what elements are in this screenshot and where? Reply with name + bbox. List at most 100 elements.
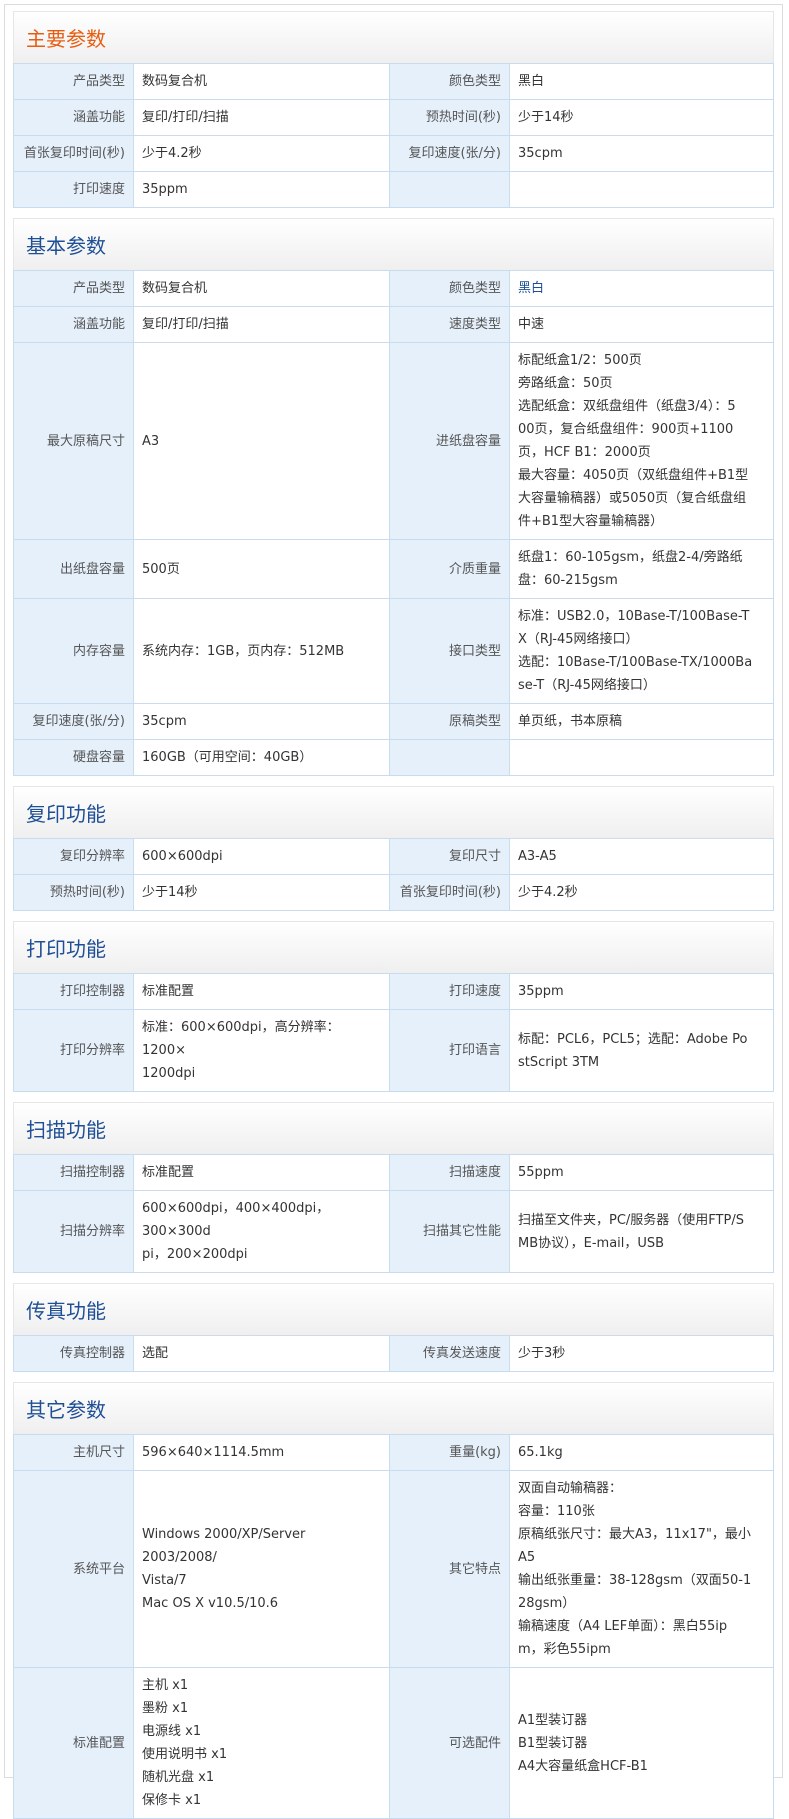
value-line: 600×600dpi xyxy=(142,849,223,864)
value-line: 盘：60-215gsm xyxy=(518,573,618,588)
param-label: 接口类型 xyxy=(389,598,510,704)
param-label: 标准配置 xyxy=(13,1667,134,1819)
value-line: 选配 xyxy=(142,1346,169,1361)
section-title: 复印功能 xyxy=(13,786,774,838)
param-value: 黑白 xyxy=(509,63,774,100)
table-row: 涵盖功能 复印/打印/扫描 速度类型 中速 xyxy=(13,306,774,343)
param-value: 标准：600×600dpi，高分辨率：1200× 1200dpi xyxy=(133,1009,390,1092)
value-line: 少于3秒 xyxy=(518,1346,566,1361)
table-row: 扫描分辨率 600×600dpi，400×400dpi，300×300d pi，20… xyxy=(13,1190,774,1273)
param-value[interactable]: 黑白 xyxy=(509,270,774,307)
param-label: 打印语言 xyxy=(389,1009,510,1092)
section-0: 主要参数 产品类型 数码复合机 颜色类型 黑白 涵盖功能 复印/打印/扫描 预热时间(秒) 少于… xyxy=(13,11,774,208)
spec-sheet: 主要参数 产品类型 数码复合机 颜色类型 黑白 涵盖功能 复印/打印/扫描 预热时间(秒) 少于… xyxy=(4,4,783,1819)
param-label: 颜色类型 xyxy=(389,270,510,307)
param-value: 纸盘1：60-105gsm，纸盘2-4/旁路纸 盘：60-215gsm xyxy=(509,539,774,599)
param-label: 复印分辨率 xyxy=(13,838,134,875)
param-label: 原稿类型 xyxy=(389,703,510,740)
spec-table: 复印分辨率 600×600dpi 复印尺寸 A3-A5 预热时间(秒) 少于14秒 首张复印… xyxy=(13,838,774,911)
table-row: 产品类型 数码复合机 颜色类型 黑白 xyxy=(13,63,774,100)
value-line: 少于4.2秒 xyxy=(518,885,578,900)
value-line: stScript 3TM xyxy=(518,1054,600,1070)
param-value: 35cpm xyxy=(509,135,774,172)
value-line: 大容量输稿器）或5050页（复合纸盘组 xyxy=(518,491,747,506)
value-line: 保修卡 x1 xyxy=(142,1793,202,1808)
section-title: 传真功能 xyxy=(13,1283,774,1335)
value-line: 数码复合机 xyxy=(142,74,208,89)
value-line: 使用说明书 x1 xyxy=(142,1747,228,1762)
value-line: 标准配置 xyxy=(142,1165,195,1180)
value-line: 数码复合机 xyxy=(142,281,208,296)
param-label: 扫描速度 xyxy=(389,1154,510,1191)
value-line: 复印/打印/扫描 xyxy=(142,110,229,125)
spec-table: 产品类型 数码复合机 颜色类型 黑白 涵盖功能 复印/打印/扫描 预热时间(秒) 少于14秒首… xyxy=(13,63,774,208)
param-value: 少于4.2秒 xyxy=(509,874,774,911)
param-label: 出纸盘容量 xyxy=(13,539,134,599)
param-label: 首张复印时间(秒) xyxy=(13,135,134,172)
value-line: 原稿纸张尺寸：最大A3，11x17"，最小 xyxy=(518,1527,751,1542)
param-value: 主机 x1 墨粉 x1 电源线 x1 使用说明书 x1 随机光盘 x1 保修卡 x1 xyxy=(133,1667,390,1819)
param-value: 55ppm xyxy=(509,1154,774,1191)
value-line: 160GB（可用空间：40GB） xyxy=(142,750,313,765)
param-label: 硬盘容量 xyxy=(13,739,134,776)
value-line: 1200dpi xyxy=(142,1066,196,1081)
value-line: 黑白 xyxy=(518,281,545,296)
param-value: 少于14秒 xyxy=(509,99,774,136)
table-row: 复印分辨率 600×600dpi 复印尺寸 A3-A5 xyxy=(13,838,774,875)
table-row: 标准配置 主机 x1 墨粉 x1 电源线 x1 使用说明书 x1 随机光盘 x1 保修卡 x… xyxy=(13,1667,774,1819)
table-row: 硬盘容量 160GB（可用空间：40GB） xyxy=(13,739,774,776)
value-line: 旁路纸盒：50页 xyxy=(518,376,613,391)
value-line: 少于14秒 xyxy=(142,885,198,900)
param-value: A3-A5 xyxy=(509,838,774,875)
value-line: 主机 x1 xyxy=(142,1678,189,1693)
value-line: 随机光盘 x1 xyxy=(142,1770,215,1785)
table-row: 打印速度 35ppm xyxy=(13,171,774,208)
section-1: 基本参数 产品类型 数码复合机 颜色类型 黑白 涵盖功能 复印/打印/扫描 速度类型 中速 最大原… xyxy=(13,218,774,776)
value-line: Vista/7 xyxy=(142,1573,187,1588)
value-line: 600×600dpi，400×400dpi，300×300d xyxy=(142,1201,330,1239)
param-value: 65.1kg xyxy=(509,1434,774,1471)
value-line: 少于4.2秒 xyxy=(142,146,202,161)
param-label: 打印控制器 xyxy=(13,973,134,1010)
value-line: 35ppm xyxy=(518,984,564,999)
param-value: 复印/打印/扫描 xyxy=(133,99,390,136)
table-row: 首张复印时间(秒) 少于4.2秒 复印速度(张/分) 35cpm xyxy=(13,135,774,172)
param-label: 打印速度 xyxy=(13,171,134,208)
value-line: Mac OS X v10.5/10.6 xyxy=(142,1596,279,1611)
table-row: 打印控制器 标准配置 打印速度 35ppm xyxy=(13,973,774,1010)
param-label: 预热时间(秒) xyxy=(13,874,134,911)
value-line: A3 xyxy=(142,433,160,449)
value-line: 复印/打印/扫描 xyxy=(142,317,229,332)
value-line: Windows 2000/XP/Server 2003/2008/ xyxy=(142,1527,306,1565)
param-label: 复印速度(张/分) xyxy=(389,135,510,172)
param-value: 596×640×1114.5mm xyxy=(133,1434,390,1471)
param-label: 最大原稿尺寸 xyxy=(13,342,134,540)
param-value: 复印/打印/扫描 xyxy=(133,306,390,343)
value-line: 选配纸盒：双纸盘组件（纸盘3/4）：5 xyxy=(518,399,736,414)
param-value: 600×600dpi，400×400dpi，300×300d pi，200×200… xyxy=(133,1190,390,1273)
value-line: A3-A5 xyxy=(518,849,557,864)
value-line: MB协议），E-mail，USB xyxy=(518,1235,665,1251)
spec-table: 打印控制器 标准配置 打印速度 35ppm 打印分辨率 标准：600×600dpi，高分辨… xyxy=(13,973,774,1092)
param-label: 主机尺寸 xyxy=(13,1434,134,1471)
value-line: A5 xyxy=(518,1550,536,1565)
value-line: pi，200×200dpi xyxy=(142,1247,248,1262)
value-line: 选配：10Base-T/100Base-TX/1000Ba xyxy=(518,655,753,670)
param-value: 600×600dpi xyxy=(133,838,390,875)
param-value xyxy=(509,171,774,208)
param-label: 速度类型 xyxy=(389,306,510,343)
value-line: 35cpm xyxy=(518,146,563,161)
param-value: 少于14秒 xyxy=(133,874,390,911)
param-value: 标配纸盒1/2：500页 旁路纸盒：50页 选配纸盒：双纸盘组件（纸盘3/4）：5 0… xyxy=(509,342,774,540)
table-row: 主机尺寸 596×640×1114.5mm 重量(kg) 65.1kg xyxy=(13,1434,774,1471)
section-title: 其它参数 xyxy=(13,1382,774,1434)
table-row: 内存容量 系统内存：1GB，页内存：512MB 接口类型 标准：USB2.0，10Ba… xyxy=(13,598,774,704)
param-value: 数码复合机 xyxy=(133,63,390,100)
param-value: A1型装订器 B1型装订器 A4大容量纸盒HCF-B1 xyxy=(509,1667,774,1819)
value-line: 双面自动输稿器： xyxy=(518,1481,623,1496)
param-value: 35ppm xyxy=(509,973,774,1010)
value-line: 容量：110张 xyxy=(518,1504,595,1519)
param-label: 首张复印时间(秒) xyxy=(389,874,510,911)
param-label xyxy=(389,171,510,208)
value-line: 标准：600×600dpi，高分辨率：1200× xyxy=(142,1020,340,1058)
